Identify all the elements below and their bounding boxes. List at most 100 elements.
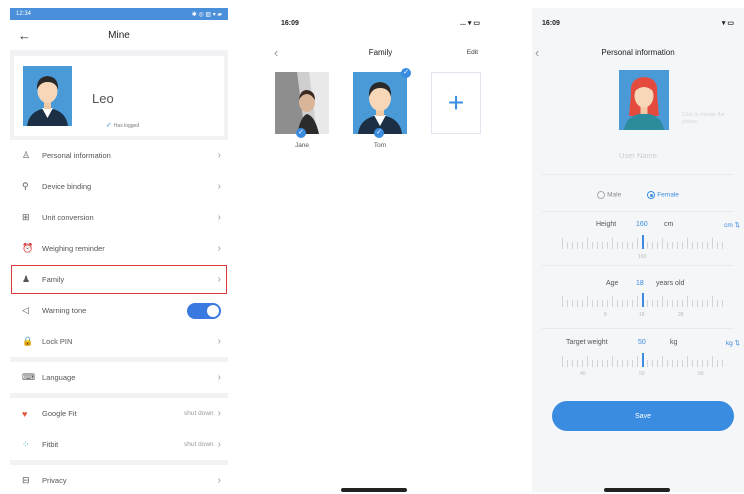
ruler-tick — [612, 356, 613, 367]
ruler-tick — [717, 360, 718, 367]
menu-item-lock[interactable]: 🔒 Lock PIN › — [10, 326, 228, 357]
ruler-tick — [692, 360, 693, 367]
ruler-tick — [612, 296, 613, 307]
menu-item-family[interactable]: ♟ Family › — [10, 264, 228, 295]
target-ruler-label: 40 — [580, 371, 586, 377]
ruler-tick — [657, 242, 658, 249]
personal-info-screen: 16:09 ▾ ▭ ‹ Personal information Click t… — [532, 8, 744, 492]
ruler-tick — [697, 360, 698, 367]
ruler-tick — [667, 360, 668, 367]
target-weight-label: Target weight — [566, 339, 608, 346]
person-icon: ♙ — [22, 150, 31, 160]
chevron-right-icon: › — [217, 181, 221, 192]
ruler-tick — [577, 360, 578, 367]
divider — [542, 328, 734, 329]
ruler-tick — [562, 296, 563, 307]
ruler-tick — [722, 360, 723, 367]
family-member-tom[interactable]: ✓ ✓ Tom — [353, 68, 411, 149]
save-button[interactable]: Save — [552, 401, 734, 431]
ruler-tick — [712, 356, 713, 367]
avatar[interactable] — [23, 66, 72, 126]
ruler-tick — [617, 360, 618, 367]
family-member-jane[interactable]: ✓ Jane — [275, 72, 329, 149]
profile-card[interactable]: Leo ✓ Has logged — [14, 56, 224, 136]
chevron-right-icon: › — [217, 475, 221, 486]
female-avatar-icon — [619, 70, 669, 130]
ruler-tick — [672, 300, 673, 307]
status-time: 12:34 — [16, 11, 32, 17]
member-photo — [275, 72, 329, 134]
menu-item-reminder[interactable]: ⏰ Weighing reminder › — [10, 233, 228, 264]
height-ruler[interactable] — [562, 235, 723, 249]
weight-unit-switch[interactable]: kg ⇅ — [726, 339, 740, 347]
height-unit-switch[interactable]: cm ⇅ — [724, 221, 740, 229]
gender-selector: Male Female — [532, 191, 744, 199]
ruler-tick — [722, 300, 723, 307]
menu-item-googlefit[interactable]: ♥ Google Fit shut down › — [10, 398, 228, 429]
logged-status: ✓ Has logged — [106, 122, 140, 129]
menu-label: Device binding — [42, 182, 92, 191]
target-ruler-label: 60 — [698, 371, 704, 377]
ruler-tick — [677, 242, 678, 249]
status-bar: 16:09 ▾ ▭ — [532, 8, 744, 38]
badge-check-icon: ✓ — [401, 68, 411, 78]
menu-item-fitbit[interactable]: ⁘ Fitbit shut down › — [10, 429, 228, 460]
divider — [542, 265, 734, 266]
ruler-tick — [597, 242, 598, 249]
back-chevron-icon[interactable]: ‹ — [535, 45, 539, 60]
ruler-tick — [717, 300, 718, 307]
ruler-tick — [672, 242, 673, 249]
gender-male-radio[interactable]: Male — [597, 191, 621, 199]
target-ruler-label: 50 — [639, 371, 645, 377]
ruler-tick — [572, 242, 573, 249]
warning-tone-toggle[interactable] — [187, 302, 221, 319]
menu-item-unit[interactable]: ⊞ Unit conversion › — [10, 202, 228, 233]
status-icons: ▾ ▭ — [721, 20, 734, 27]
ruler-tick — [592, 300, 593, 307]
username-input[interactable]: User Name — [532, 151, 744, 160]
member-name: Tom — [373, 142, 387, 149]
add-member-button[interactable]: + — [431, 72, 481, 134]
ruler-tick — [592, 360, 593, 367]
ruler-tick — [647, 360, 648, 367]
menu-label: Unit conversion — [42, 213, 94, 222]
lock-icon: 🔒 — [22, 336, 34, 346]
menu-label: Google Fit — [42, 409, 77, 418]
ruler-tick — [607, 300, 608, 307]
ruler-tick — [617, 300, 618, 307]
ruler-tick — [647, 242, 648, 249]
member-name: Jane — [294, 142, 310, 149]
ruler-tick — [667, 242, 668, 249]
male-avatar-icon — [23, 66, 72, 126]
ruler-tick — [567, 300, 568, 307]
ruler-tick — [697, 300, 698, 307]
check-icon: ✓ — [106, 122, 114, 129]
ruler-tick — [647, 300, 648, 307]
ruler-tick — [702, 360, 703, 367]
keyboard-icon: ⌨ — [22, 372, 35, 382]
ruler-tick — [572, 300, 573, 307]
target-weight-ruler[interactable] — [562, 353, 723, 367]
chevron-right-icon: › — [217, 372, 221, 383]
menu-item-personal[interactable]: ♙ Personal information › — [10, 140, 228, 171]
gender-female-radio[interactable]: Female — [647, 191, 679, 199]
menu-item-device[interactable]: ⚲ Device binding › — [10, 171, 228, 202]
back-arrow-icon[interactable]: ← — [18, 28, 31, 43]
settings-menu: ♙ Personal information › ⚲ Device bindin… — [10, 140, 228, 357]
menu-item-language[interactable]: ⌨ Language › — [10, 362, 228, 393]
target-weight-unit: kg — [670, 339, 678, 346]
fitbit-icon: ⁘ — [22, 439, 30, 449]
ruler-tick — [632, 360, 633, 367]
edit-button[interactable]: Edit — [467, 49, 478, 56]
menu-item-privacy[interactable]: ⊟ Privacy › — [10, 465, 228, 492]
chevron-right-icon: › — [217, 439, 221, 450]
male-avatar-icon — [353, 72, 407, 134]
ruler-tick — [702, 242, 703, 249]
age-ruler[interactable] — [562, 293, 723, 307]
ruler-tick — [662, 356, 663, 367]
back-chevron-icon[interactable]: ‹ — [274, 45, 278, 60]
menu-label: Fitbit — [42, 440, 59, 449]
avatar[interactable] — [619, 70, 669, 130]
ruler-tick — [577, 242, 578, 249]
ruler-tick — [587, 356, 588, 367]
